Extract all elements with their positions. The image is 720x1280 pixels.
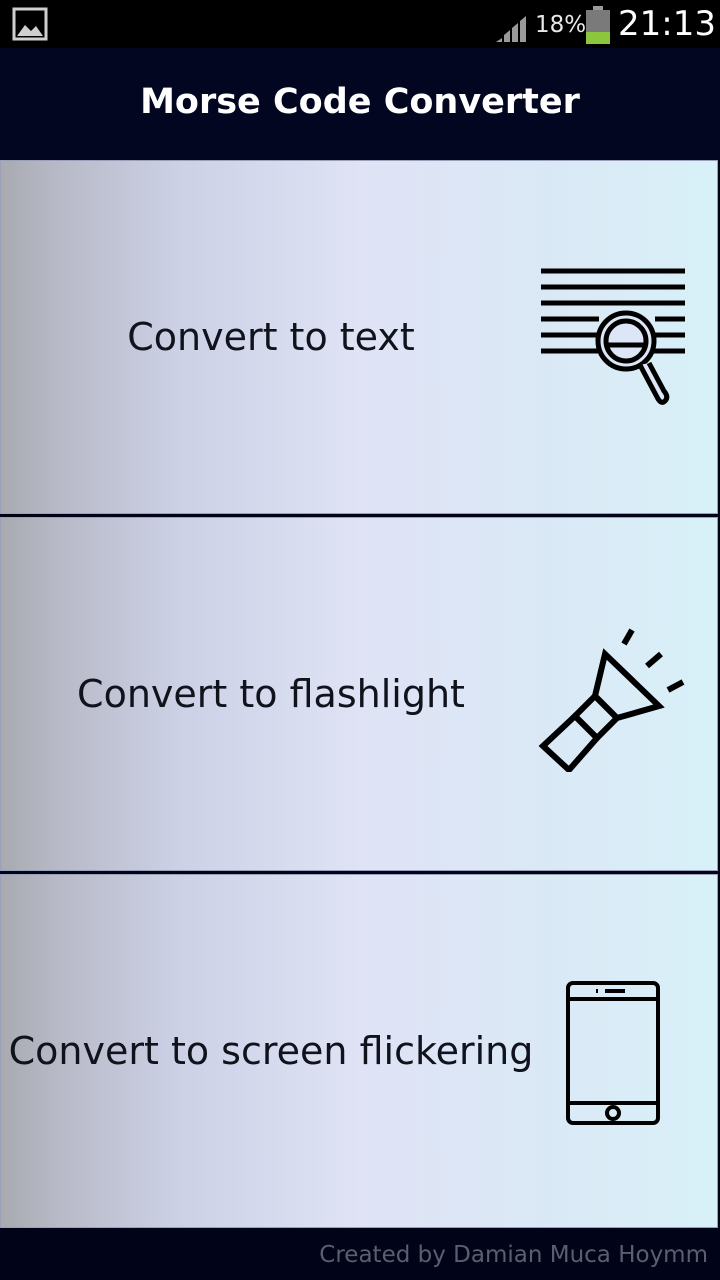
app-header: Morse Code Converter	[0, 48, 720, 160]
signal-icon	[496, 16, 526, 42]
text-search-icon	[541, 268, 685, 405]
convert-to-text-button[interactable]: Convert to text	[0, 160, 718, 514]
option-label: Convert to flashlight	[77, 672, 465, 716]
status-time: 21:13	[618, 4, 716, 44]
app-title: Morse Code Converter	[140, 82, 580, 122]
option-label: Convert to screen flickering	[8, 1029, 534, 1073]
battery-percent: 18%	[535, 12, 587, 38]
convert-to-flashlight-button[interactable]: Convert to flashlight	[0, 517, 718, 871]
smartphone-icon	[566, 981, 660, 1125]
option-label: Convert to text	[127, 315, 415, 359]
options-list: Convert to text Convert to flashlight Co…	[0, 160, 720, 1230]
convert-to-screen-flickering-button[interactable]: Convert to screen flickering	[0, 874, 718, 1228]
status-bar: 18% 21:13	[0, 0, 720, 48]
footer: Created by Damian Muca Hoymm	[0, 1230, 720, 1280]
footer-credit: Created by Damian Muca Hoymm	[319, 1242, 708, 1268]
flashlight-icon	[538, 628, 685, 772]
gallery-icon	[12, 7, 48, 41]
battery-icon	[586, 6, 610, 44]
